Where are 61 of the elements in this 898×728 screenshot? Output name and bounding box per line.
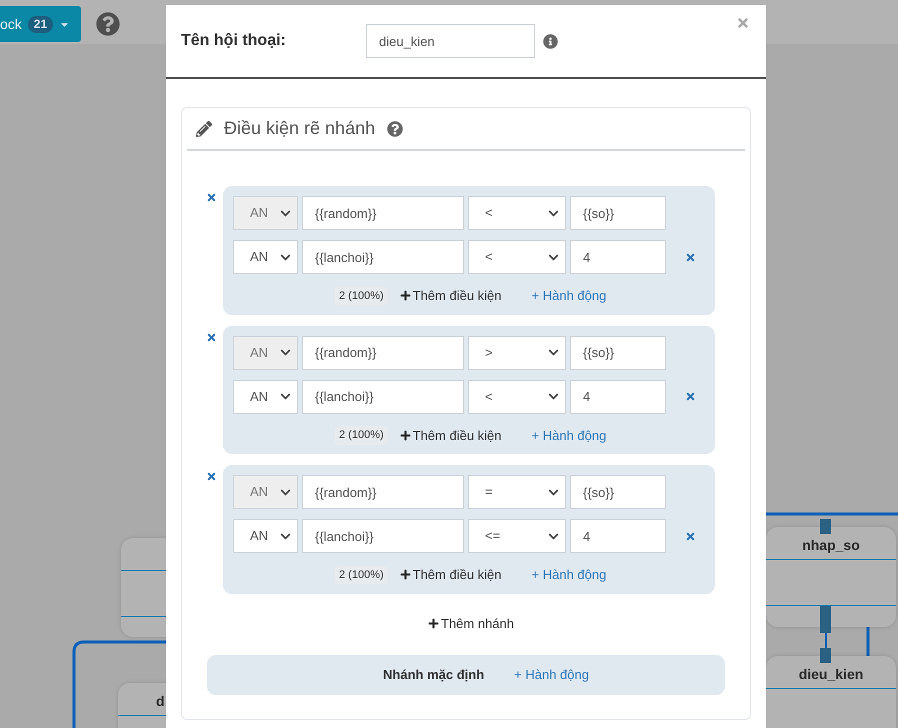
chevron-icon — [280, 347, 291, 358]
variable-field[interactable]: {{lanchoi}} — [302, 240, 464, 274]
add-condition-button[interactable]: Thêm điều kiện — [400, 426, 502, 445]
add-action-link[interactable]: + Hành động — [532, 286, 606, 306]
chevron-icon — [280, 252, 291, 262]
info-icon[interactable] — [543, 34, 558, 48]
variable-field[interactable]: {{lanchoi}} — [302, 380, 464, 414]
value-field[interactable]: 4 — [570, 380, 666, 414]
add-condition-button[interactable]: Thêm điều kiện — [400, 286, 502, 306]
node-title: dieu_kien — [798, 666, 864, 682]
delete-branch-icon[interactable] — [206, 332, 217, 342]
chevron-icon — [548, 530, 559, 542]
add-condition-button[interactable]: Thêm điều kiện — [400, 565, 502, 584]
plus-icon — [400, 290, 411, 302]
chevron-icon — [548, 391, 559, 402]
connector-port — [820, 606, 831, 633]
delete-branch-icon[interactable] — [206, 471, 217, 482]
add-action-link[interactable]: + Hành động — [532, 565, 606, 584]
help-icon[interactable] — [96, 12, 120, 36]
plus-icon — [400, 569, 411, 580]
block-button[interactable]: ock 21 — [0, 6, 81, 42]
count-badge: 21 — [28, 16, 54, 32]
node-title: nhap_so — [802, 537, 860, 553]
chevron-icon — [548, 486, 559, 498]
connector-port — [820, 648, 831, 663]
remove-condition-icon[interactable] — [685, 391, 696, 402]
add-action-link[interactable]: + Hành động — [514, 665, 589, 685]
logic-select[interactable]: AN — [233, 240, 298, 274]
help-icon[interactable] — [387, 120, 404, 136]
plus-icon — [400, 430, 411, 441]
pencil-icon — [196, 120, 212, 136]
chevron-icon — [280, 530, 291, 542]
value-field[interactable]: 4 — [570, 240, 666, 274]
logic-select[interactable]: AN — [233, 519, 298, 553]
add-action-link[interactable]: + Hành động — [532, 426, 606, 445]
chevron-icon — [548, 208, 559, 218]
plus-icon — [428, 618, 439, 629]
count-badge: 2 (100%) — [335, 426, 388, 444]
value-field[interactable]: 4 — [570, 519, 666, 553]
operator-select[interactable]: < — [468, 240, 566, 274]
delete-branch-icon[interactable] — [206, 192, 217, 203]
chevron-icon — [280, 391, 291, 402]
connector-port — [820, 519, 831, 534]
field-label: Tên hội thoại: — [181, 31, 287, 51]
chevron-icon — [548, 252, 559, 262]
chevron-icon — [548, 347, 559, 358]
section-title: Điều kiện rẽ nhánh — [224, 117, 376, 140]
name-field[interactable]: dieu_kien — [366, 24, 535, 58]
count-badge: 2 (100%) — [335, 286, 388, 305]
default-branch-label: Nhánh mặc định — [383, 666, 484, 684]
chevron-icon — [280, 486, 291, 498]
logic-select[interactable]: AN — [233, 380, 298, 414]
node-title: d — [156, 693, 165, 709]
operator-select[interactable]: <= — [468, 519, 566, 553]
add-branch-button[interactable]: Thêm nhánh — [418, 614, 514, 633]
chevron-icon — [280, 208, 291, 218]
operator-select[interactable]: < — [468, 380, 566, 414]
remove-condition-icon[interactable] — [685, 530, 696, 542]
remove-condition-icon[interactable] — [685, 252, 696, 262]
variable-field[interactable]: {{lanchoi}} — [302, 519, 464, 553]
count-badge: 2 (100%) — [335, 566, 388, 584]
